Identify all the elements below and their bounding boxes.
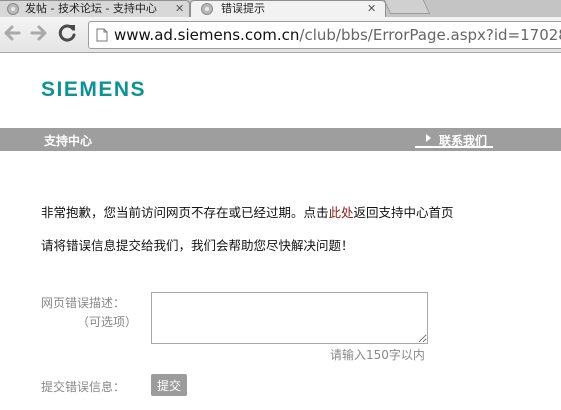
url-path: /club/bbs/ErrorPage.aspx?id=17028 — [299, 26, 561, 44]
siemens-logo[interactable]: SIEMENS — [41, 78, 146, 102]
nav-contact-us-label: 联系我们 — [439, 134, 488, 148]
report-request-text: 请将错误信息提交给我们，我们会帮助您尽快解决问题！ — [41, 238, 354, 253]
globe-favicon-icon — [201, 3, 213, 15]
char-limit-hint: 请输入150字以内 — [330, 348, 425, 362]
error-description-label: 网页错误描述： — [41, 296, 126, 310]
submit-button[interactable]: 提交 — [151, 374, 187, 396]
error-description-input[interactable] — [151, 292, 428, 344]
nav-contact-us[interactable]: 联系我们 — [415, 130, 493, 148]
error-message-text: 非常抱歉，您当前访问网页不存在或已经过期。点击 — [41, 205, 329, 220]
nav-support-center[interactable]: 支持中心 — [44, 132, 92, 149]
return-home-link[interactable]: 此处 — [329, 205, 354, 220]
address-bar[interactable]: www.ad.siemens.com.cn/club/bbs/ErrorPage… — [88, 21, 561, 49]
reload-icon — [58, 24, 76, 42]
close-icon[interactable]: ✕ — [175, 1, 184, 16]
reload-button[interactable] — [57, 20, 79, 46]
back-button[interactable] — [1, 20, 23, 46]
forward-arrow-icon — [30, 25, 47, 41]
browser-nav-bar: www.ad.siemens.com.cn/club/bbs/ErrorPage… — [0, 17, 561, 53]
forward-button[interactable] — [28, 20, 50, 46]
optional-label: （可选项） — [77, 315, 138, 329]
error-message-text-end: 返回支持中心首页 — [353, 205, 454, 220]
browser-tab-strip: 发帖 - 技术论坛 - 支持中心 ✕ 错误提示 ✕ — [0, 0, 561, 17]
triangle-right-icon — [426, 134, 431, 142]
tab-forum-post[interactable]: 发帖 - 技术论坛 - 支持中心 ✕ — [0, 0, 190, 17]
submit-error-label: 提交错误信息： — [41, 380, 126, 394]
tab-title: 错误提示 — [221, 2, 265, 15]
url-host: www.ad.siemens.com.cn — [114, 26, 300, 44]
tab-title: 发帖 - 技术论坛 - 支持中心 — [25, 2, 157, 15]
address-url[interactable]: www.ad.siemens.com.cn/club/bbs/ErrorPage… — [114, 26, 561, 44]
top-nav-bar: 支持中心 联系我们 — [0, 128, 561, 151]
globe-favicon-icon — [7, 3, 19, 15]
close-icon[interactable]: ✕ — [367, 1, 376, 16]
page-icon — [96, 28, 108, 42]
back-arrow-icon — [4, 25, 21, 41]
error-message: 非常抱歉，您当前访问网页不存在或已经过期。点击此处返回支持中心首页 — [41, 202, 454, 221]
new-tab-button[interactable] — [383, 0, 431, 14]
tab-error-page[interactable]: 错误提示 ✕ — [190, 0, 386, 17]
